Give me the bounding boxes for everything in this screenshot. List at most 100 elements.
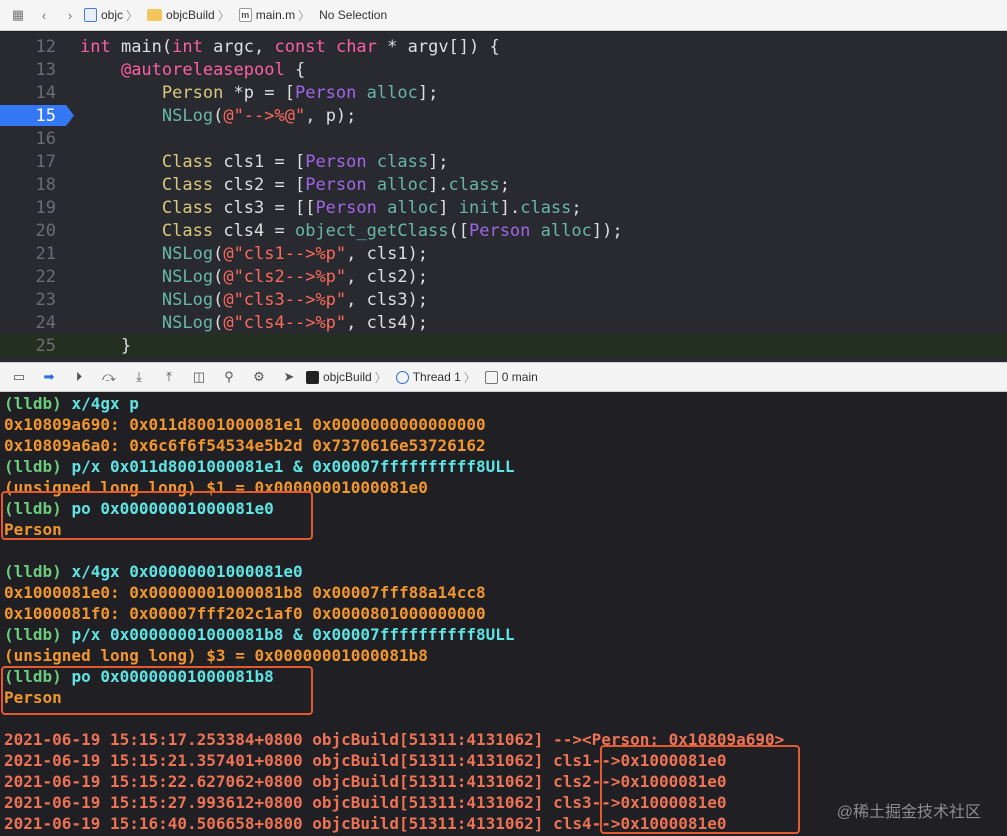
code-line[interactable]: 24 NSLog(@"cls4-->%p", cls4);	[0, 311, 1007, 334]
code-text: Class cls2 = [Person alloc].class;	[80, 175, 510, 195]
line-number[interactable]: 24	[0, 313, 56, 333]
code-token: Person	[315, 197, 377, 218]
line-number[interactable]: 14	[0, 83, 56, 103]
environment-overrides-icon[interactable]: ⚙	[248, 366, 270, 388]
simulate-location-icon[interactable]: ➤	[278, 366, 300, 388]
code-token: (	[213, 266, 224, 287]
code-text: NSLog(@"cls2-->%p", cls2);	[80, 267, 428, 287]
console-line: (lldb) x/4gx 0x00000001000081e0	[4, 561, 303, 582]
code-line[interactable]: 19 Class cls3 = [[Person alloc] init].cl…	[0, 196, 1007, 219]
code-line[interactable]: 14 Person *p = [Person alloc];	[0, 81, 1007, 104]
code-token: class	[376, 151, 429, 172]
code-line[interactable]: 13 @autoreleasepool {	[0, 58, 1007, 81]
code-line[interactable]: 25 }	[0, 334, 1007, 357]
line-number[interactable]: 16	[0, 129, 56, 149]
code-token: class	[520, 197, 572, 218]
line-number[interactable]: 18	[0, 175, 56, 195]
line-number[interactable]: 17	[0, 152, 56, 172]
console-line: (lldb) p/x 0x011d8001000081e1 & 0x00007f…	[4, 456, 515, 477]
code-line[interactable]: 16	[0, 127, 1007, 150]
debug-crumb-thread-label: Thread 1	[412, 370, 461, 384]
code-token: init	[458, 197, 500, 218]
line-number[interactable]: 15	[0, 106, 56, 126]
code-token: int	[80, 36, 111, 57]
console-line: 0x1000081e0: 0x00000001000081b8 0x00007f…	[4, 582, 486, 603]
code-token: alloc	[376, 174, 429, 195]
breadcrumb-file-label: main.m	[255, 8, 296, 22]
breakpoints-toggle-icon[interactable]: ➡	[38, 366, 60, 388]
code-token: NSLog	[161, 266, 214, 287]
console-line: 0x1000081f0: 0x00007fff202c1af0 0x000080…	[4, 603, 486, 624]
memory-graph-icon[interactable]: ⚲	[218, 366, 240, 388]
line-number[interactable]: 25	[0, 336, 56, 356]
line-number[interactable]: 21	[0, 244, 56, 264]
code-token: @"cls2-->%p"	[223, 266, 347, 287]
code-line[interactable]: 17 Class cls1 = [Person class];	[0, 150, 1007, 173]
code-line[interactable]: 23 NSLog(@"cls3-->%p", cls3);	[0, 288, 1007, 311]
code-token: char	[335, 36, 377, 57]
code-token: ];	[417, 82, 439, 103]
code-token: ];	[428, 151, 449, 172]
code-token: NSLog	[161, 289, 214, 310]
breadcrumb-folder[interactable]: objcBuild	[147, 8, 215, 22]
hide-debug-area-icon[interactable]: ▭	[8, 366, 30, 388]
code-token: *p = [	[223, 82, 295, 103]
forward-chevron-icon[interactable]: ›	[62, 7, 78, 23]
line-number[interactable]: 12	[0, 37, 56, 57]
view-hierarchy-icon[interactable]: ◫	[188, 366, 210, 388]
console-token: 0x1000081f0: 0x00007fff202c1af0 0x000080…	[4, 604, 486, 623]
breadcrumb-project-label: objc	[101, 8, 124, 22]
console-token: (unsigned long long) $3 = 0x000000010000…	[4, 646, 428, 665]
debug-crumb-target-label: objcBuild	[323, 370, 372, 384]
folder-icon	[147, 9, 163, 21]
breadcrumb-symbol[interactable]: No Selection	[319, 8, 387, 22]
console-token: x/4gx 0x00000001000081e0	[71, 562, 303, 581]
console-line: (lldb) x/4gx p	[4, 393, 139, 414]
line-number[interactable]: 22	[0, 267, 56, 287]
line-number[interactable]: 20	[0, 221, 56, 241]
debug-console[interactable]: 2021-06-19 15:16:40.506658+0800 objcBuil…	[0, 392, 1007, 836]
code-token: ]	[438, 197, 459, 218]
breadcrumb-file[interactable]: m main.m	[238, 8, 296, 22]
target-icon	[306, 370, 319, 384]
console-token: p/x 0x00000001000081b8 & 0x00007ffffffff…	[71, 625, 515, 644]
debug-crumb-target[interactable]: objcBuild	[306, 370, 372, 384]
code-line[interactable]: 15 NSLog(@"-->%@", p);	[0, 104, 1007, 127]
code-line[interactable]: 18 Class cls2 = [Person alloc].class;	[0, 173, 1007, 196]
objc-file-icon: m	[238, 8, 252, 22]
line-number[interactable]: 13	[0, 60, 56, 80]
code-token: ].	[499, 197, 521, 218]
step-out-icon[interactable]: ⤒	[158, 366, 180, 388]
code-token: (	[213, 312, 224, 333]
breadcrumb-project[interactable]: objc	[84, 8, 123, 22]
code-line[interactable]: 20 Class cls4 = object_getClass([Person …	[0, 219, 1007, 242]
code-line[interactable]: 12 int main(int argc, const char * argv[]…	[0, 35, 1007, 58]
back-chevron-icon[interactable]: ‹	[36, 7, 52, 23]
step-over-icon[interactable]: ⤼	[98, 366, 120, 388]
code-line[interactable]: 22 NSLog(@"cls2-->%p", cls2);	[0, 265, 1007, 288]
code-token: , cls3);	[346, 289, 429, 310]
continue-icon[interactable]: ⏵	[68, 366, 90, 388]
code-token: (	[213, 243, 224, 264]
code-text: Class cls4 = object_getClass([Person all…	[80, 221, 623, 241]
debug-crumb-frame[interactable]: 0 main	[484, 370, 538, 384]
console-token: p/x 0x011d8001000081e1 & 0x00007ffffffff…	[71, 457, 515, 476]
line-number[interactable]: 19	[0, 198, 56, 218]
code-text: NSLog(@"cls3-->%p", cls3);	[80, 290, 428, 310]
line-number[interactable]: 23	[0, 290, 56, 310]
code-token: ].	[428, 174, 449, 195]
code-token: NSLog	[161, 312, 214, 333]
console-token: 0x10809a6a0: 0x6c6f6f54534e5b2d 0x737061…	[4, 436, 486, 455]
grid-icon[interactable]: ▦	[10, 7, 26, 23]
step-into-icon[interactable]: ⤓	[128, 366, 150, 388]
code-line[interactable]: 21 NSLog(@"cls1-->%p", cls1);	[0, 242, 1007, 265]
debug-crumb-thread[interactable]: Thread 1	[395, 370, 461, 384]
code-editor[interactable]: 12 int main(int argc, const char * argv[]…	[0, 32, 1007, 362]
